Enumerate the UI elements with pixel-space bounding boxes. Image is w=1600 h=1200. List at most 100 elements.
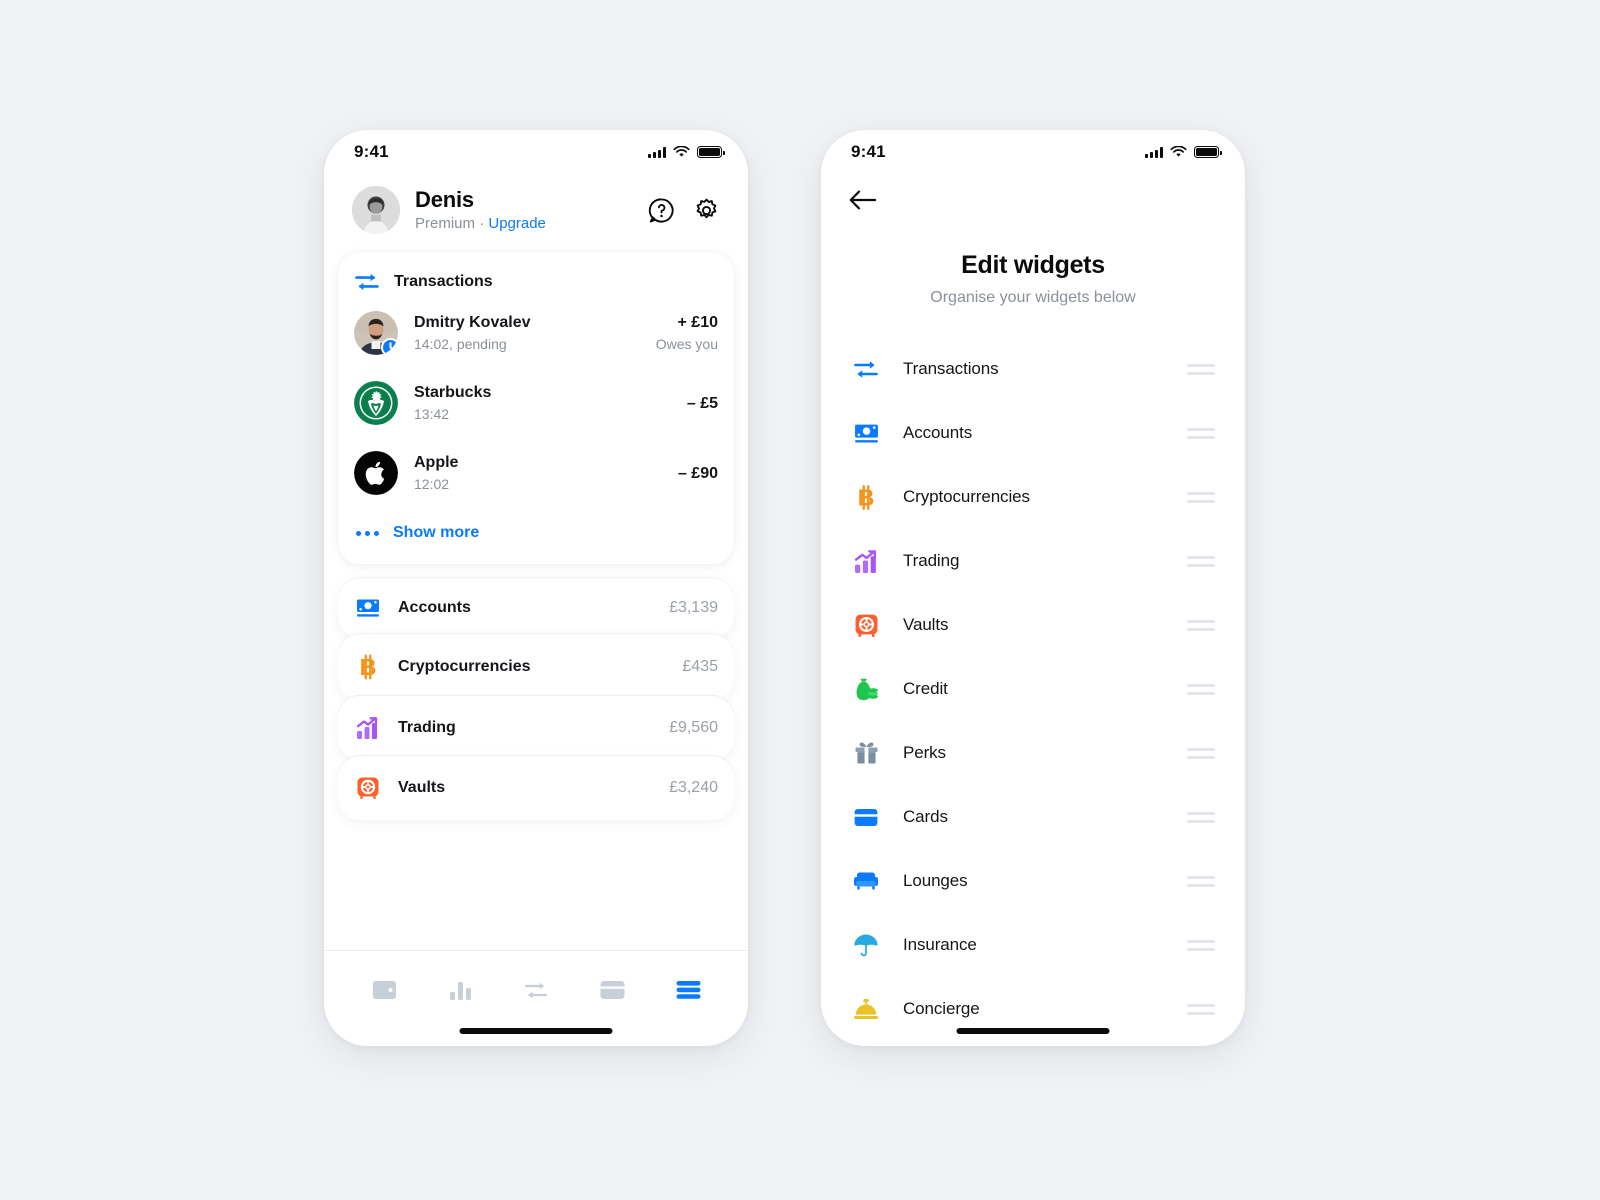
drag-handle-icon[interactable] — [1187, 555, 1215, 567]
phone-edit-widgets-screen: 9:41 Edit widgets Organise your widgets … — [821, 130, 1245, 1046]
transactions-card-header[interactable]: Transactions — [338, 272, 734, 298]
drag-handle-icon[interactable] — [1187, 683, 1215, 695]
widget-row-trading[interactable]: Trading — [821, 529, 1245, 593]
bitcoin-icon: B B — [354, 654, 382, 680]
widget-label: Accounts — [903, 423, 973, 442]
drag-handle-icon[interactable] — [1187, 1003, 1215, 1015]
drag-handle-icon[interactable] — [1187, 939, 1215, 951]
account-row-vaults[interactable]: Vaults £3,240 — [338, 756, 734, 820]
svg-text:B: B — [858, 484, 875, 510]
widget-row-vaults[interactable]: Vaults — [821, 593, 1245, 657]
home-indicator — [459, 1028, 613, 1034]
account-row-trading[interactable]: Trading £9,560 — [338, 696, 734, 760]
transaction-details: Dmitry Kovalev 14:02, pending — [414, 312, 646, 354]
help-icon[interactable] — [648, 197, 675, 224]
drag-handle-icon[interactable] — [1187, 427, 1215, 439]
transaction-row[interactable]: Starbucks 13:42 – £5 — [338, 368, 734, 438]
transaction-row[interactable]: Dmitry Kovalev 14:02, pending + £10 Owes… — [338, 298, 734, 368]
tab-wallet[interactable] — [361, 973, 407, 1007]
transaction-name: Apple — [414, 454, 459, 471]
widget-label: Cards — [903, 807, 948, 826]
account-value: £3,240 — [669, 779, 718, 796]
show-more-button[interactable]: Show more — [338, 508, 734, 556]
trading-chart-icon — [851, 549, 881, 574]
upgrade-link[interactable]: Upgrade — [488, 215, 546, 232]
umbrella-icon — [851, 933, 881, 957]
widget-label: Vaults — [903, 615, 949, 634]
tab-transfers[interactable] — [513, 973, 559, 1007]
transaction-meta: 12:02 — [414, 476, 450, 492]
widget-row-lounges[interactable]: Lounges — [821, 849, 1245, 913]
banknote-icon — [354, 598, 382, 618]
plan-separator: · — [479, 215, 485, 232]
widget-row-transactions[interactable]: Transactions — [821, 337, 1245, 401]
vault-icon — [851, 613, 881, 638]
tab-cards[interactable] — [589, 973, 635, 1007]
widget-label: Concierge — [903, 999, 980, 1018]
tab-widgets[interactable] — [665, 973, 711, 1007]
banknote-icon — [851, 423, 881, 444]
widget-row-cryptocurrencies[interactable]: B Cryptocurrencies — [821, 465, 1245, 529]
widget-label: Transactions — [903, 359, 999, 378]
avatar — [354, 311, 398, 355]
drag-handle-icon[interactable] — [1187, 811, 1215, 823]
drag-handle-icon[interactable] — [1187, 491, 1215, 503]
profile-header[interactable]: Denis Premium · Upgrade — [324, 174, 748, 234]
transaction-row[interactable]: Apple 12:02 – £90 — [338, 438, 734, 508]
analytics-bars-icon — [449, 982, 471, 1000]
page-subtitle: Organise your widgets below — [930, 289, 1136, 306]
widget-row-insurance[interactable]: Insurance — [821, 913, 1245, 977]
widget-label: Lounges — [903, 871, 968, 890]
transaction-name: Starbucks — [414, 384, 492, 401]
profile-plan-row: Premium · Upgrade — [415, 214, 638, 234]
bitcoin-icon: B — [851, 484, 881, 511]
gear-icon[interactable] — [693, 197, 720, 224]
widgets-list-icon — [676, 981, 700, 999]
apple-logo — [354, 451, 398, 495]
transaction-meta: 13:42 — [414, 406, 450, 422]
status-bar-time: 9:41 — [851, 142, 886, 161]
tab-analytics[interactable] — [437, 973, 483, 1007]
transaction-amount: + £10 — [677, 314, 718, 331]
transaction-amount: – £90 — [677, 464, 718, 482]
navigation-bar — [821, 174, 1245, 217]
transaction-amount: – £5 — [686, 394, 718, 412]
transaction-name: Dmitry Kovalev — [414, 314, 531, 331]
widget-label: Trading — [903, 551, 960, 570]
transaction-details: Starbucks 13:42 — [414, 382, 677, 424]
back-arrow-icon[interactable] — [849, 188, 877, 212]
account-row-accounts[interactable]: Accounts £3,139 — [338, 578, 734, 638]
transfer-arrows-icon — [355, 273, 379, 291]
drag-handle-icon[interactable] — [1187, 875, 1215, 887]
widget-row-accounts[interactable]: Accounts — [821, 401, 1245, 465]
drag-handle-icon[interactable] — [1187, 747, 1215, 759]
widget-row-credit[interactable]: Credit — [821, 657, 1245, 721]
status-bar: 9:41 — [821, 130, 1245, 174]
account-label: Cryptocurrencies — [398, 658, 531, 675]
page-title: Edit widgets — [961, 251, 1105, 279]
widget-row-cards[interactable]: Cards — [821, 785, 1245, 849]
account-row-cryptocurrencies[interactable]: B B Cryptocurrencies £435 — [338, 634, 734, 700]
widget-label: Cryptocurrencies — [903, 487, 1030, 506]
profile-name-block: Denis Premium · Upgrade — [415, 186, 638, 234]
account-value: £435 — [682, 658, 718, 675]
merchant-logo — [354, 381, 398, 425]
avatar[interactable] — [352, 186, 400, 234]
trading-chart-icon — [354, 716, 382, 740]
widget-row-perks[interactable]: Perks — [821, 721, 1245, 785]
transaction-amount-block: + £10 Owes you — [656, 312, 718, 354]
accounts-stack: Accounts £3,139 B B Cryptocurrencies £43… — [338, 578, 734, 820]
drag-handle-icon[interactable] — [1187, 619, 1215, 631]
drag-handle-icon[interactable] — [1187, 363, 1215, 375]
battery-icon — [697, 146, 725, 158]
cellular-signal-icon — [1145, 146, 1163, 158]
status-bar: 9:41 — [324, 130, 748, 174]
money-bag-icon — [851, 677, 881, 702]
transaction-note: Owes you — [655, 336, 718, 352]
transaction-amount-block: – £90 — [678, 463, 718, 484]
widget-label: Perks — [903, 743, 946, 762]
page-title: Denis — [415, 187, 474, 212]
starbucks-logo — [354, 381, 398, 425]
clock-icon — [381, 338, 398, 355]
battery-icon — [1194, 146, 1222, 158]
